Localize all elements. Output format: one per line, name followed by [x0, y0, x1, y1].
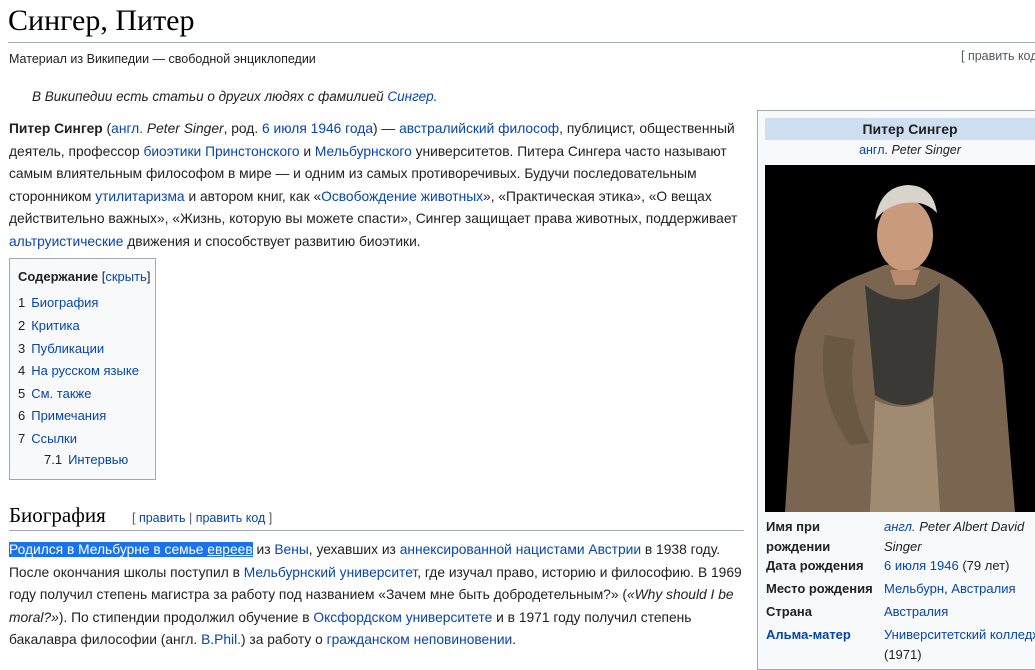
section-edit-code-link[interactable]: править код: [196, 511, 266, 525]
portrait-image: [765, 165, 1035, 512]
toc-heading: Содержание [скрыть]: [18, 269, 151, 284]
bphil-link[interactable]: B.Phil.: [201, 632, 241, 647]
site-subtitle: Материал из Википедии — свободной энцикл…: [9, 52, 316, 66]
section-heading-biography: Биография: [9, 503, 106, 527]
infobox-subtitle: англ. Peter Singer: [859, 143, 961, 157]
civil-disobedience-link[interactable]: гражданском неповиновении: [327, 632, 513, 647]
toc-item[interactable]: 3 Публикации: [18, 341, 104, 356]
toc-item[interactable]: 5 См. также: [18, 386, 91, 401]
infobox-title: Питер Сингер: [765, 118, 1035, 140]
lang-link[interactable]: англ.: [111, 121, 143, 136]
melbourne-university-link[interactable]: Мельбурнский университет: [244, 565, 417, 580]
lead-paragraph: Питер Сингер (англ. Peter Singer, род. 6…: [9, 121, 738, 249]
australian-link[interactable]: австралийский: [399, 121, 494, 136]
selected-text: Родился в Мельбурне в семье евреев: [9, 542, 253, 557]
infobox: Питер Сингер англ. Peter Singer Имя при …: [757, 110, 1035, 670]
vienna-link[interactable]: Вены: [274, 542, 308, 557]
toc-item[interactable]: 2 Критика: [18, 318, 80, 333]
melbourne-link[interactable]: Мельбурнского: [315, 144, 412, 159]
toc-subitem[interactable]: 7.1 Интервью: [44, 452, 128, 467]
anschluss-link[interactable]: аннексированной нацистами Австрии: [400, 542, 641, 557]
toc-hide-link[interactable]: скрыть: [105, 269, 147, 284]
bioethics-link[interactable]: биоэтики: [143, 144, 201, 159]
toc-item[interactable]: 7 Ссылки: [18, 431, 77, 446]
hatnote-link[interactable]: Сингер: [387, 89, 433, 104]
toc-item[interactable]: 4 На русском языке: [18, 363, 139, 378]
altruism-link[interactable]: альтруистические: [9, 234, 123, 249]
animal-liberation-link[interactable]: Освобождение животных: [321, 189, 483, 204]
jews-link[interactable]: евреев: [207, 542, 252, 557]
oxford-link[interactable]: Оксфордском университете: [313, 610, 492, 625]
table-of-contents: Содержание [скрыть] 1 Биография 2 Критика …: [9, 258, 156, 480]
princeton-link[interactable]: Принстонского: [205, 144, 299, 159]
page-title: Сингер, Питер: [8, 4, 195, 37]
hatnote: В Википедии есть статьи о других людях с…: [32, 89, 438, 104]
section-edit-links: [ править | править код ]: [132, 511, 273, 525]
section-divider: [9, 530, 744, 531]
utilitarianism-link[interactable]: утилитаризма: [95, 189, 184, 204]
toc-item[interactable]: 1 Биография: [18, 295, 98, 310]
birthdate-link[interactable]: 6 июля 1946 года: [262, 121, 373, 136]
title-divider: [8, 42, 1035, 43]
edit-source-link[interactable]: [ править код ]: [961, 49, 1035, 63]
biography-paragraph: Родился в Мельбурне в семье евреев из Ве…: [9, 542, 742, 647]
section-edit-link[interactable]: править: [139, 511, 186, 525]
portrait-photo[interactable]: [765, 165, 1035, 512]
toc-item[interactable]: 6 Примечания: [18, 408, 106, 423]
philosopher-link[interactable]: философ: [498, 121, 559, 136]
